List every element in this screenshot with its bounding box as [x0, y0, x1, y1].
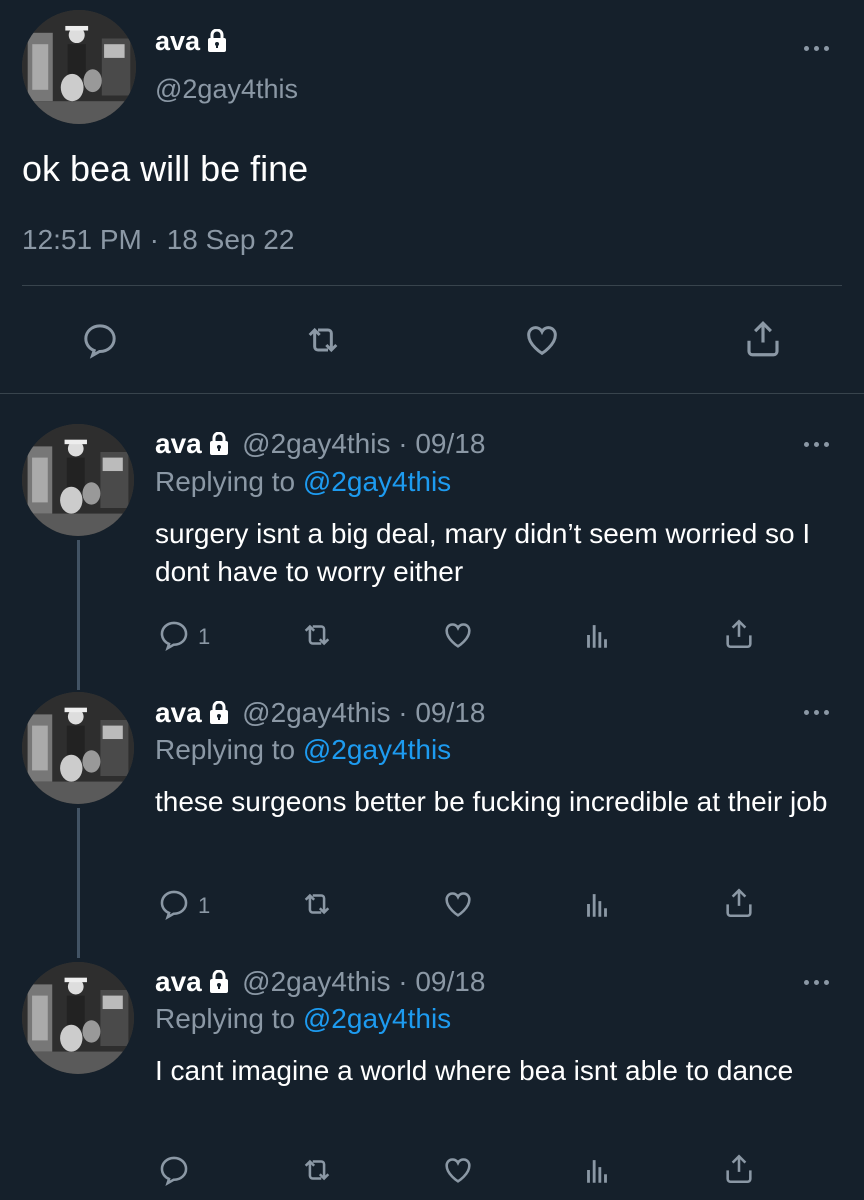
reply-count: 1 — [198, 624, 211, 649]
avatar[interactable] — [22, 424, 134, 536]
retweet-icon[interactable] — [300, 320, 346, 360]
main-author[interactable]: ava — [155, 26, 228, 57]
replying-prefix: Replying to — [155, 466, 303, 497]
lock-icon — [208, 432, 230, 456]
author-name[interactable]: ava — [155, 966, 202, 997]
like-icon[interactable] — [440, 1153, 476, 1187]
reply-icon[interactable] — [79, 320, 121, 360]
retweet-icon[interactable] — [298, 1153, 336, 1187]
avatar-photo — [22, 692, 134, 804]
reply-text: these surgeons better be fucking incredi… — [155, 786, 828, 817]
reply-text: surgery isnt a big deal, mary didn’t see… — [155, 518, 811, 587]
reply-icon[interactable] — [157, 887, 191, 921]
replying-to: Replying to @2gay4this — [155, 734, 451, 766]
avatar[interactable] — [22, 962, 134, 1074]
share-icon[interactable] — [722, 1151, 756, 1187]
replying-to: Replying to @2gay4this — [155, 1003, 451, 1035]
author-name[interactable]: ava — [155, 697, 202, 728]
like-icon[interactable] — [440, 618, 476, 652]
tweet-timestamp[interactable]: 12:51 PM · 18 Sep 22 — [22, 224, 294, 256]
avatar-photo — [22, 10, 136, 124]
avatar[interactable] — [22, 10, 136, 124]
like-icon[interactable] — [440, 887, 476, 921]
analytics-icon[interactable] — [580, 887, 614, 921]
author-name[interactable]: ava — [155, 26, 200, 56]
author-handle-date[interactable]: @2gay4this · 09/18 — [242, 966, 485, 997]
replying-to: Replying to @2gay4this — [155, 466, 451, 498]
reply-count: 1 — [198, 893, 211, 918]
avatar-photo — [22, 962, 134, 1074]
share-icon[interactable] — [722, 885, 756, 921]
more-icon[interactable] — [804, 978, 834, 988]
author-handle-date[interactable]: @2gay4this · 09/18 — [242, 428, 485, 459]
retweet-icon[interactable] — [298, 618, 336, 652]
tweet-text: ok bea will be fine — [22, 148, 309, 189]
thread-line — [77, 808, 80, 958]
more-icon[interactable] — [804, 440, 834, 450]
reply-header[interactable]: ava @2gay4this · 09/18 — [155, 697, 485, 729]
like-icon[interactable] — [520, 320, 564, 360]
avatar[interactable] — [22, 692, 134, 804]
share-icon[interactable] — [742, 318, 784, 360]
more-icon[interactable] — [804, 44, 834, 54]
analytics-icon[interactable] — [580, 1153, 614, 1187]
mention-link[interactable]: @2gay4this — [303, 466, 451, 497]
analytics-icon[interactable] — [580, 618, 614, 652]
replying-prefix: Replying to — [155, 1003, 303, 1034]
more-icon[interactable] — [804, 708, 834, 718]
avatar-photo — [22, 424, 134, 536]
share-icon[interactable] — [722, 616, 756, 652]
reply-icon[interactable] — [157, 618, 191, 652]
author-name[interactable]: ava — [155, 428, 202, 459]
retweet-icon[interactable] — [298, 887, 336, 921]
mention-link[interactable]: @2gay4this — [303, 1003, 451, 1034]
reply-header[interactable]: ava @2gay4this · 09/18 — [155, 966, 485, 998]
mention-link[interactable]: @2gay4this — [303, 734, 451, 765]
reply-header[interactable]: ava @2gay4this · 09/18 — [155, 428, 485, 460]
lock-icon — [206, 29, 228, 53]
divider — [22, 285, 842, 286]
lock-icon — [208, 970, 230, 994]
replying-prefix: Replying to — [155, 734, 303, 765]
reply-text: I cant imagine a world where bea isnt ab… — [155, 1055, 794, 1086]
author-handle[interactable]: @2gay4this — [155, 74, 298, 105]
author-handle-date[interactable]: @2gay4this · 09/18 — [242, 697, 485, 728]
thread-line — [77, 540, 80, 690]
reply-icon[interactable] — [157, 1153, 191, 1187]
lock-icon — [208, 701, 230, 725]
divider — [0, 393, 864, 394]
